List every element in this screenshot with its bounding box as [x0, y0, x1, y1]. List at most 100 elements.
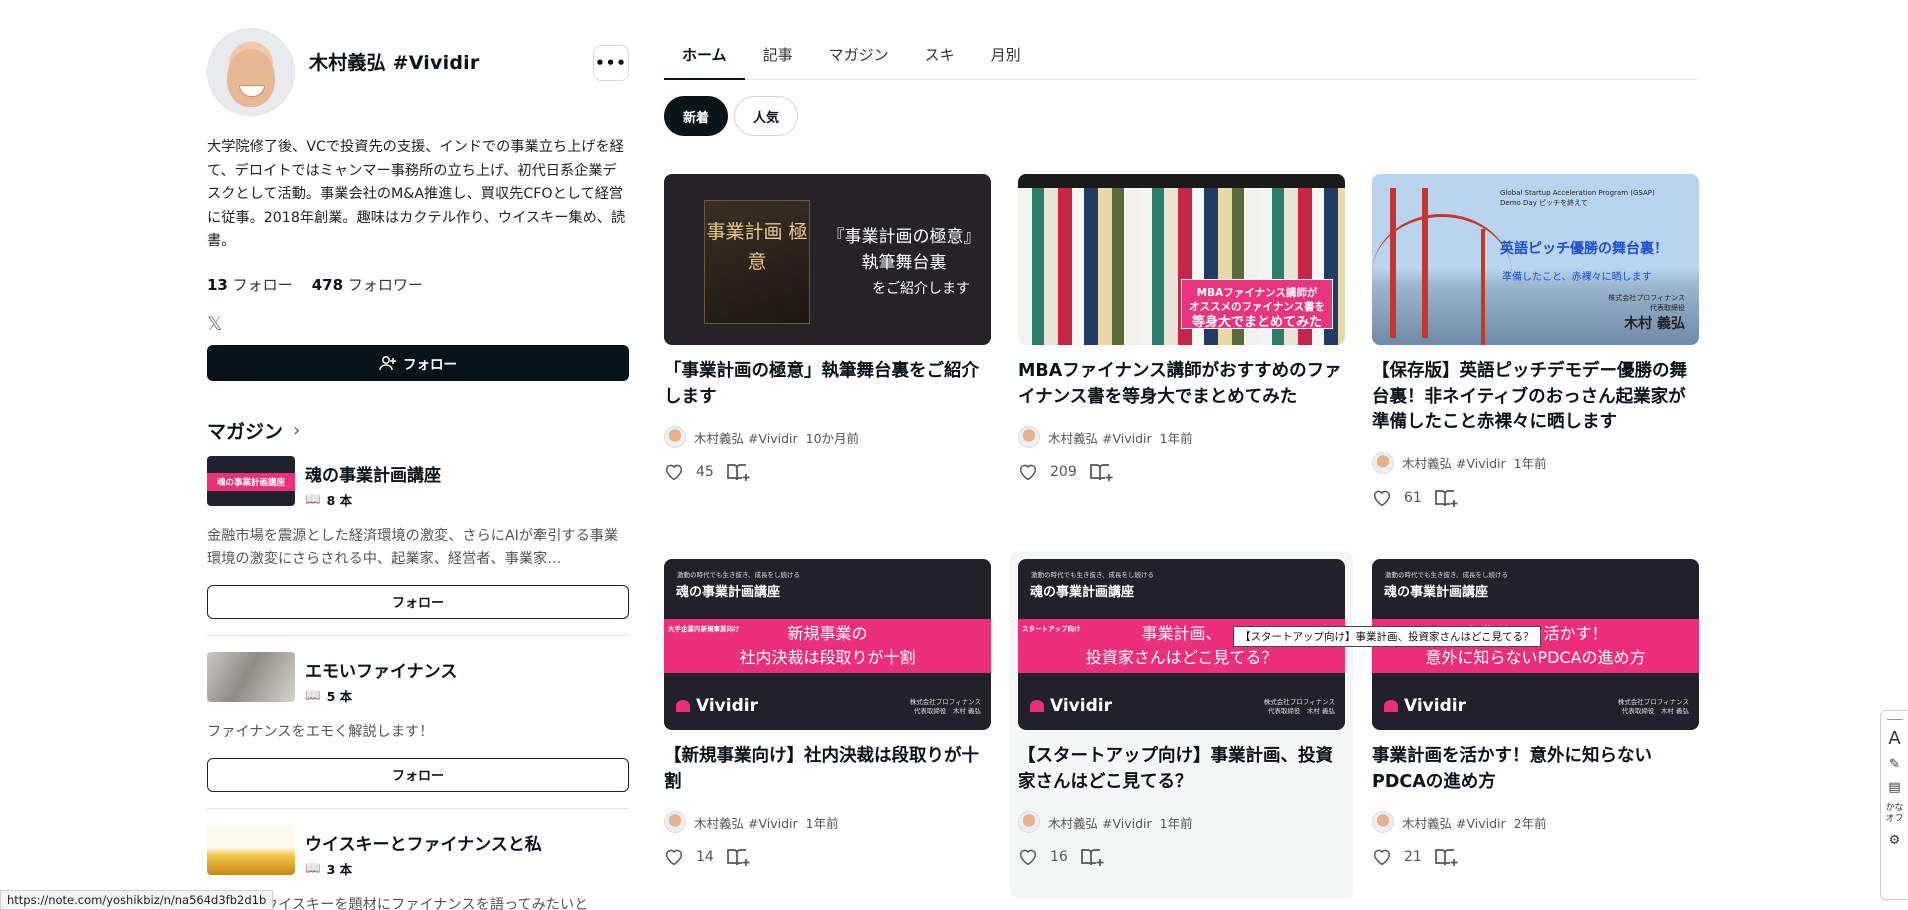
thumbnail-author: 株式会社プロフィナンス 代表取締役 木村 義弘 [1608, 294, 1685, 332]
article-card[interactable]: 激動の時代でも生き抜き、成長をし続ける 魂の事業計画講座 事業計画を活かす！意外… [1372, 559, 1699, 867]
tab-magazines[interactable]: マガジン [811, 36, 907, 80]
article-title[interactable]: 事業計画を活かす！意外に知らないPDCAの進め方 [1372, 744, 1699, 795]
add-to-magazine-icon[interactable] [1089, 462, 1113, 482]
follower-count[interactable]: 478 [312, 276, 343, 294]
article-actions: 61 [1372, 488, 1699, 508]
handwriting-icon[interactable]: ✎ [1889, 757, 1900, 772]
gear-icon[interactable]: ⚙ [1889, 833, 1901, 848]
thumbnail-series: 魂の事業計画講座 [1030, 585, 1135, 600]
toolbar-handle[interactable] [1886, 719, 1903, 720]
profile-name[interactable]: 木村義弘 #Vividir [309, 48, 479, 75]
article-title[interactable]: 【保存版】英語ピッチデモデー優勝の舞台裏！非ネイティブのおっさん起業家が準備した… [1372, 359, 1699, 436]
article-actions: 209 [1018, 462, 1345, 482]
author-name[interactable]: 木村義弘 #Vividir [1402, 453, 1506, 472]
article-thumbnail[interactable]: 激動の時代でも生き抜き、成長をし続ける 魂の事業計画講座 新規事業の 社内決裁は段… [664, 559, 991, 730]
magazine-title[interactable]: ウイスキーとファイナンスと私 [305, 830, 542, 855]
ime-toolbar: A ✎ ▤ かな オフ ⚙ [1880, 710, 1908, 900]
follow-label[interactable]: フォロー [233, 276, 293, 294]
tab-home[interactable]: ホーム [664, 36, 745, 80]
crown-icon [1030, 700, 1044, 712]
author-avatar[interactable] [1372, 811, 1394, 833]
follower-label[interactable]: フォロワー [348, 276, 423, 294]
heart-icon[interactable] [1372, 489, 1392, 507]
magazine-thumbnail[interactable]: 魂の事業計画講座 [207, 455, 295, 506]
tab-likes[interactable]: スキ [907, 36, 973, 80]
add-to-magazine-icon[interactable] [1434, 488, 1458, 508]
tab-monthly[interactable]: 月別 [973, 36, 1039, 80]
article-actions: 16 [1018, 847, 1345, 867]
tab-articles[interactable]: 記事 [745, 36, 811, 80]
follow-button[interactable]: フォロー [207, 344, 629, 381]
article-title[interactable]: 【スタートアップ向け】事業計画、投資家さんはどこ見てる？ [1018, 744, 1345, 795]
author-avatar[interactable] [664, 811, 686, 833]
x-icon[interactable]: 𝕏 [207, 313, 629, 337]
thumbnail-company: 株式会社プロフィナンス 代表取締役 木村 義弘 [1617, 698, 1689, 715]
heart-icon[interactable] [1018, 848, 1038, 866]
profile-header: 木村義弘 #Vividir ••• [207, 28, 629, 120]
article-thumbnail[interactable]: Global Startup Acceleration Program (GSA… [1372, 174, 1699, 345]
heart-icon[interactable] [664, 848, 684, 866]
chip-newest[interactable]: 新着 [664, 96, 729, 136]
font-icon[interactable]: A [1888, 728, 1900, 749]
magazine-thumbnail[interactable] [207, 651, 295, 702]
author-name[interactable]: 木村義弘 #Vividir [694, 813, 798, 832]
thumbnail-tagline: 激動の時代でも生き抜き、成長をし続ける [677, 571, 801, 579]
thumbnail-caption: 『事業計画の極意』 執筆舞台裏 をご紹介します [827, 227, 981, 297]
article-title[interactable]: 「事業計画の極意」執筆舞台裏をご紹介します [664, 359, 991, 410]
thumbnail-series: 魂の事業計画講座 [676, 585, 781, 600]
author-name[interactable]: 木村義弘 #Vividir [1048, 428, 1152, 447]
magazine-follow-button[interactable]: フォロー [207, 757, 629, 792]
author-avatar[interactable] [1018, 426, 1040, 448]
follow-button-label: フォロー [403, 356, 457, 373]
magazine-heading[interactable]: マガジン › [207, 417, 629, 444]
dictionary-icon[interactable]: ▤ [1888, 780, 1900, 795]
article-title[interactable]: 【新規事業向け】社内決裁は段取りが十割 [664, 744, 991, 795]
author-name[interactable]: 木村義弘 #Vividir [694, 428, 798, 447]
chevron-right-icon: › [293, 419, 301, 441]
article-title[interactable]: MBAファイナンス講師がおすすめのファイナンス書を等身大でまとめてみた [1018, 359, 1345, 410]
like-count: 61 [1404, 489, 1422, 506]
article-card[interactable]: Global Startup Acceleration Program (GSA… [1372, 174, 1699, 508]
add-to-magazine-icon[interactable] [1080, 847, 1104, 867]
add-to-magazine-icon[interactable] [726, 847, 750, 867]
article-card[interactable]: 事業計画 極意 『事業計画の極意』 執筆舞台裏 をご紹介します 「事業計画の極意… [664, 174, 991, 482]
thumbnail-company: 株式会社プロフィナンス 代表取締役 木村 義弘 [909, 698, 981, 715]
magazine-item[interactable]: エモいファイナンス 📖 5 本 ファイナンスをエモく解説します！ フォロー [207, 651, 629, 809]
divider [207, 807, 629, 809]
like-count: 16 [1050, 849, 1068, 865]
follow-count[interactable]: 13 [207, 276, 228, 294]
more-button[interactable]: ••• [593, 45, 629, 81]
kana-toggle[interactable]: かな オフ [1881, 803, 1908, 825]
article-card[interactable]: 激動の時代でも生き抜き、成長をし続ける 魂の事業計画講座 事業計画、 投資家さんは… [1010, 551, 1353, 899]
article-actions: 14 [664, 847, 991, 867]
article-actions: 21 [1372, 847, 1699, 867]
profile-avatar[interactable] [207, 28, 295, 116]
author-name[interactable]: 木村義弘 #Vividir [1048, 813, 1152, 832]
main-content: ホーム 記事 マガジン スキ 月別 新着 人気 事業計画 極意 『事業計画の極意… [664, 36, 1699, 899]
article-card[interactable]: MBAファイナンス講師が オススメのファイナンス書を 等身大でまとめてみた MB… [1018, 174, 1345, 482]
heart-icon[interactable] [664, 463, 684, 481]
add-to-magazine-icon[interactable] [1434, 847, 1458, 867]
heart-icon[interactable] [1018, 463, 1038, 481]
article-meta: 木村義弘 #Vividir 1年前 [1018, 426, 1345, 448]
author-name[interactable]: 木村義弘 #Vividir [1402, 813, 1506, 832]
author-avatar[interactable] [1018, 811, 1040, 833]
article-thumbnail[interactable]: MBAファイナンス講師が オススメのファイナンス書を 等身大でまとめてみた [1018, 174, 1345, 345]
magazine-title[interactable]: 魂の事業計画講座 [305, 461, 441, 486]
author-avatar[interactable] [664, 426, 686, 448]
book-icon: 📖 [305, 687, 321, 702]
bridge-tower [1390, 188, 1396, 338]
magazine-thumbnail[interactable] [207, 824, 295, 875]
magazine-item[interactable]: 魂の事業計画講座 魂の事業計画講座 📖 8 本 金融市場を震源とした経済環境の激変… [207, 455, 629, 636]
add-to-magazine-icon[interactable] [726, 462, 750, 482]
magazine-follow-button[interactable]: フォロー [207, 584, 629, 619]
author-avatar[interactable] [1372, 451, 1394, 474]
magazine-title[interactable]: エモいファイナンス [305, 657, 457, 682]
chip-popular[interactable]: 人気 [734, 96, 799, 136]
vividir-logo: Vividir [1030, 696, 1112, 716]
article-meta: 木村義弘 #Vividir 1年前 [1372, 451, 1699, 474]
profile-bio: 大学院修了後、VCで投資先の支援、インドでの事業立ち上げを経て、デロイトではミャ… [207, 139, 626, 249]
article-thumbnail[interactable]: 事業計画 極意 『事業計画の極意』 執筆舞台裏 をご紹介します [664, 174, 991, 345]
heart-icon[interactable] [1372, 848, 1392, 866]
article-card[interactable]: 激動の時代でも生き抜き、成長をし続ける 魂の事業計画講座 新規事業の 社内決裁は段… [664, 559, 991, 867]
